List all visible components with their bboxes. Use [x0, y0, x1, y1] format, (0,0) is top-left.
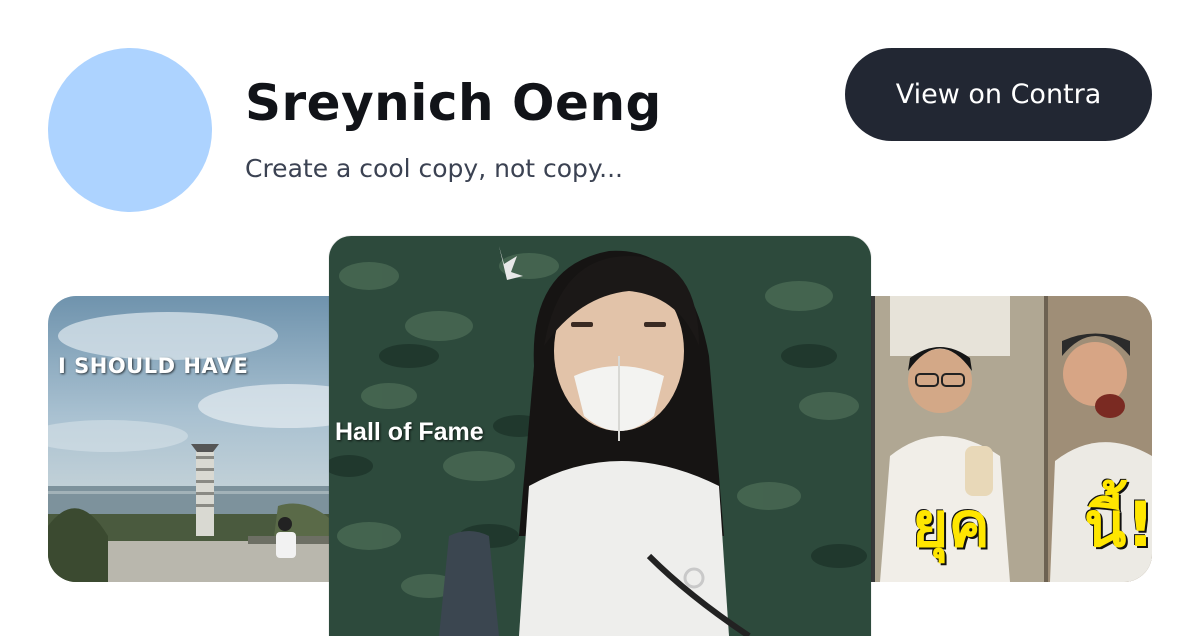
project-thumbnail-center[interactable]: Hall of Fame — [329, 236, 871, 636]
profile-name: Sreynich Oeng — [245, 74, 662, 132]
project-thumbnail-right[interactable]: ยุค นี้! — [830, 296, 1152, 582]
view-on-contra-button[interactable]: View on Contra — [845, 48, 1152, 141]
thumbnail-caption: I SHOULD HAVE — [58, 354, 249, 378]
thumbnail-caption-thai-2: นี้! — [1084, 488, 1152, 561]
thumbnail-caption-thai-1: ยุค — [912, 488, 990, 561]
thumbnail-caption: Hall of Fame — [335, 418, 484, 446]
avatar — [48, 48, 212, 212]
profile-tagline: Create a cool copy, not copy... — [245, 154, 623, 183]
